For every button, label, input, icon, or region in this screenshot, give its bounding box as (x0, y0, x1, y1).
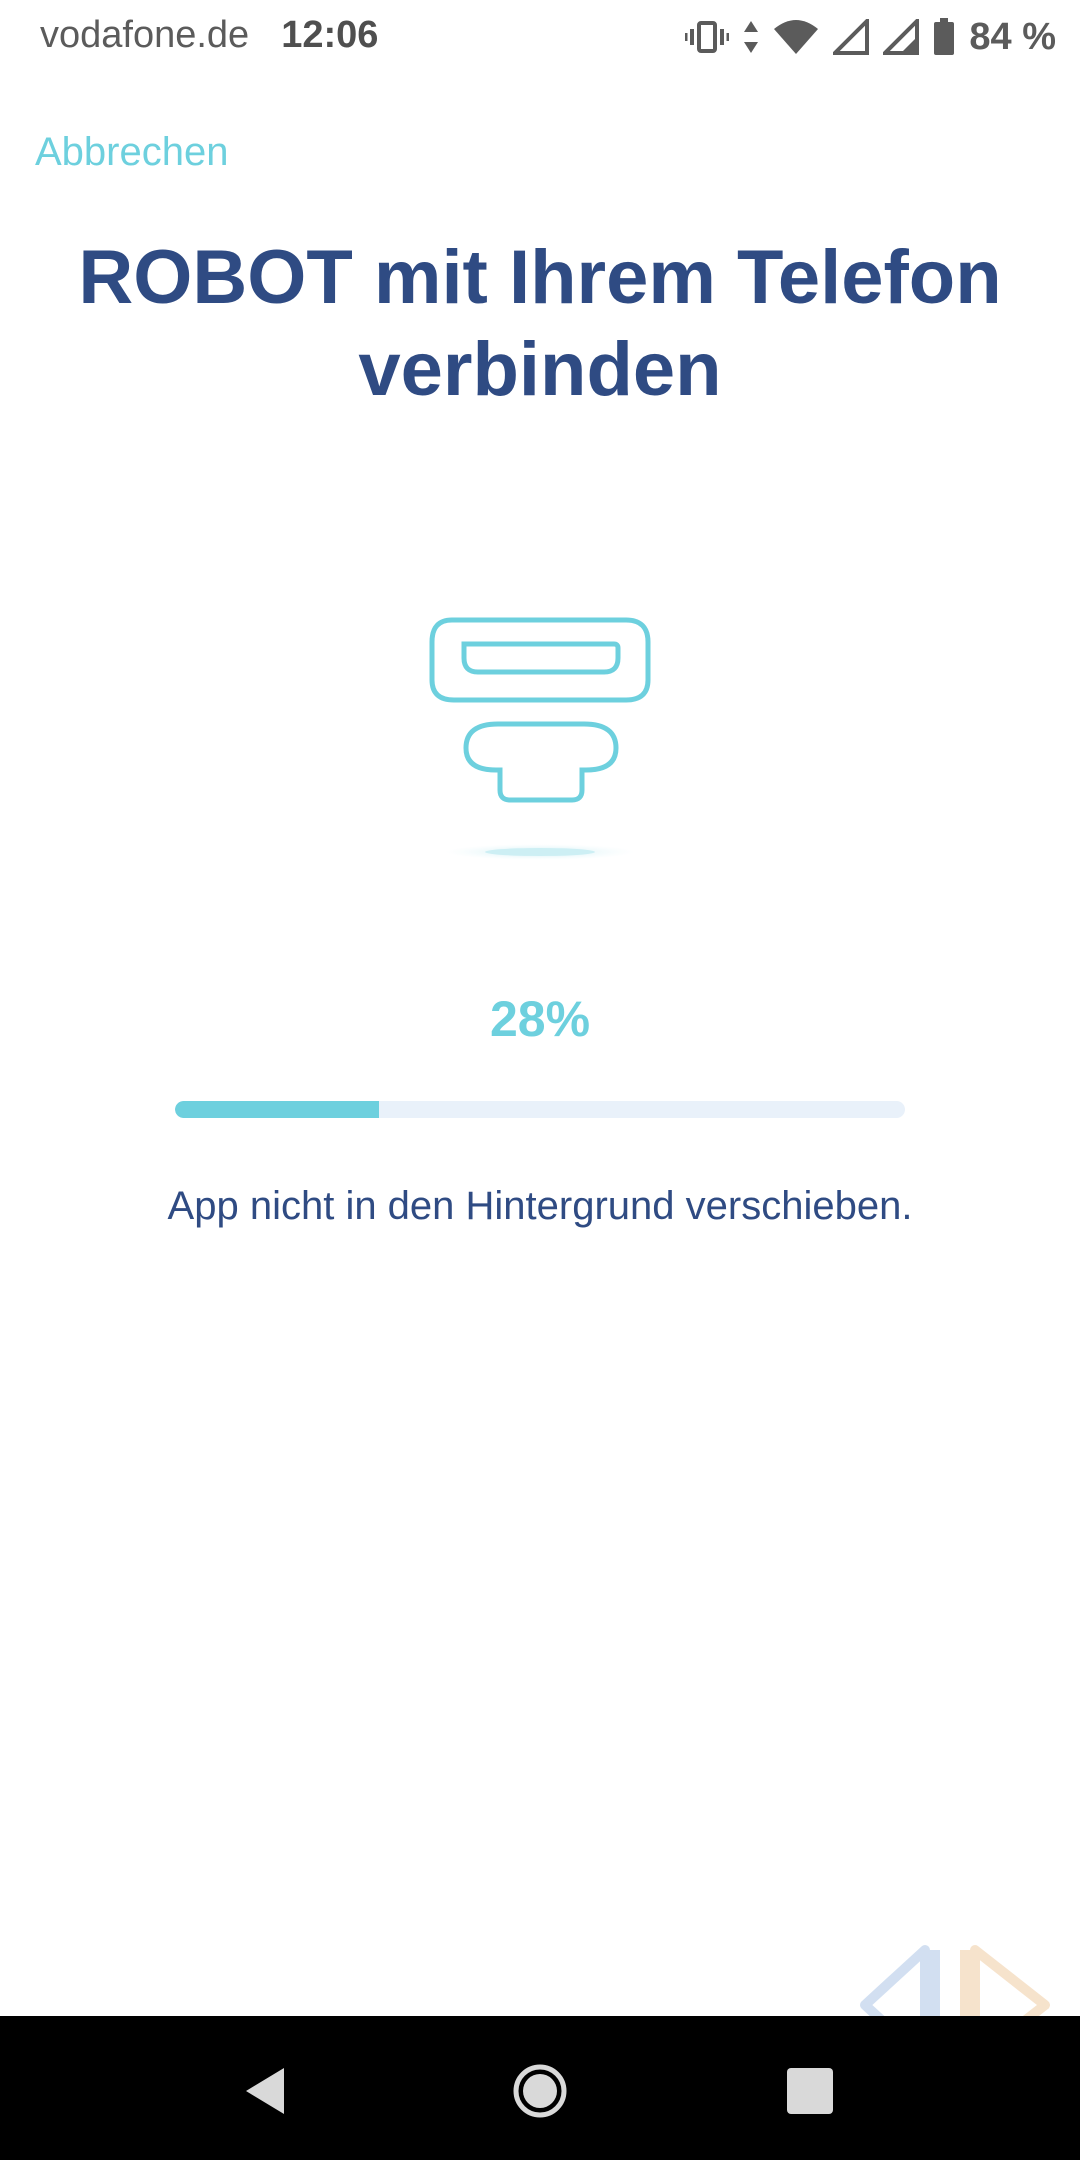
progress-bar (175, 1101, 905, 1118)
status-left: vodafone.de 12:06 (40, 14, 378, 57)
wifi-icon (773, 19, 819, 55)
recents-icon[interactable] (775, 2056, 845, 2126)
status-bar: vodafone.de 12:06 84 % (0, 0, 1080, 75)
signal-icon (883, 19, 920, 55)
screen: vodafone.de 12:06 84 % Abbrechen ROBOT m… (0, 0, 1080, 2160)
progress-percent: 28% (489, 991, 591, 1047)
robot-connect-icon (420, 610, 660, 870)
back-icon[interactable] (232, 2056, 302, 2126)
vibrate-icon (685, 19, 730, 55)
navigation-bar (0, 2016, 1080, 2160)
progress-fill (175, 1101, 380, 1118)
status-time: 12:06 (281, 14, 379, 56)
signal-icon (833, 19, 870, 55)
carrier-name: vodafone.de (40, 14, 250, 56)
data-arrows-icon (743, 19, 759, 55)
battery-percent: 84 % (969, 15, 1056, 58)
battery-icon (933, 18, 955, 56)
page-title: ROBOT mit Ihrem Telefon verbinden (78, 235, 1002, 412)
cancel-button[interactable]: Abbrechen (35, 130, 228, 175)
home-icon[interactable] (505, 2056, 575, 2126)
status-icons: 84 % (685, 12, 1056, 62)
background-hint: App nicht in den Hintergrund verschieben… (167, 1184, 913, 1228)
